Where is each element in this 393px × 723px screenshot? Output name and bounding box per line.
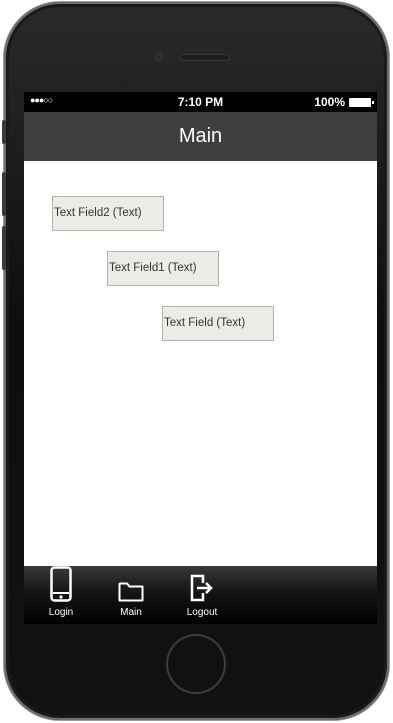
front-camera (156, 54, 162, 60)
text-field-2[interactable]: Text Field2 (Text) (52, 196, 164, 231)
text-field-1[interactable]: Text Field1 (Text) (107, 251, 219, 286)
battery-indicator: 100% (314, 95, 374, 109)
volume-up-button (2, 172, 6, 216)
tab-login[interactable]: Login (33, 566, 89, 624)
battery-icon (349, 97, 374, 107)
earpiece-speaker (181, 55, 229, 60)
folder-icon (103, 568, 159, 602)
volume-down-button (2, 226, 6, 270)
mute-switch (2, 120, 6, 144)
tab-login-label: Login (48, 607, 74, 618)
tab-main[interactable]: Main (103, 566, 159, 624)
phone-icon (33, 566, 89, 602)
tab-logout-label: Logout (186, 607, 218, 618)
text-field[interactable]: Text Field (Text) (162, 306, 274, 341)
tab-logout[interactable]: Logout (174, 566, 230, 624)
navigation-bar: Main (24, 112, 377, 161)
home-button[interactable] (166, 634, 226, 694)
battery-percent: 100% (314, 95, 345, 109)
logout-icon (174, 568, 230, 602)
tab-main-label: Main (120, 607, 142, 618)
status-bar: ●●●○○ 7:10 PM 100% (24, 92, 377, 112)
page-title: Main (178, 125, 223, 147)
tab-bar: Login Main Logout (24, 566, 377, 624)
app-screen: ●●●○○ 7:10 PM 100% Main Text Field2 (Tex… (24, 92, 377, 624)
